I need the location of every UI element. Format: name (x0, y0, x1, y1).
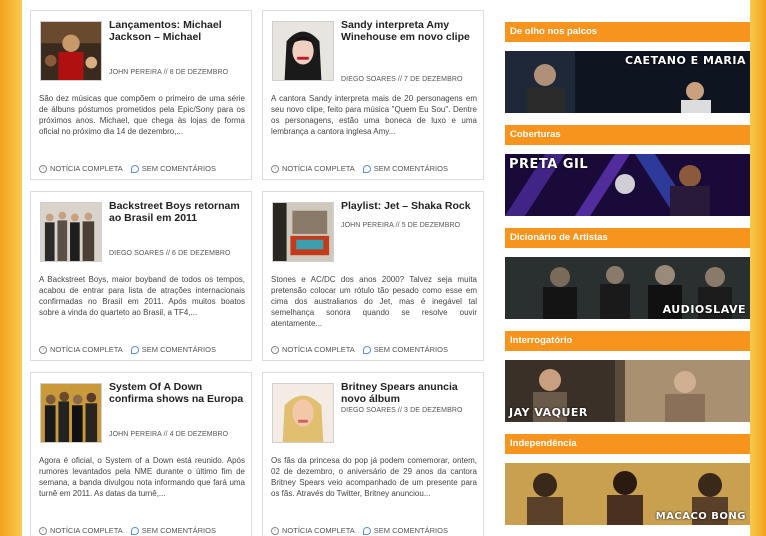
read-more-link[interactable]: › NOTÍCIA COMPLETA (271, 164, 355, 173)
posts-grid: Lançamentos: Michael Jackson – Michael J… (30, 10, 486, 536)
post-card-michael-jackson: Lançamentos: Michael Jackson – Michael J… (30, 10, 252, 180)
post-card-backstreet-boys: Backstreet Boys retornam ao Brasil em 20… (30, 191, 252, 361)
comments-link[interactable]: SEM COMENTÁRIOS (130, 164, 216, 173)
sidebar-heading-independencia[interactable]: Independência (505, 434, 750, 454)
comments-link[interactable]: SEM COMENTÁRIOS (362, 526, 448, 535)
circle-arrow-icon: › (39, 345, 47, 354)
band-photo-image (41, 203, 101, 261)
britney-photo-image (273, 384, 333, 442)
circle-arrow-icon: › (39, 164, 47, 173)
comments-label: SEM COMENTÁRIOS (141, 345, 216, 354)
post-links: › NOTÍCIA COMPLETA SEM COMENTÁRIOS (39, 345, 245, 354)
banner-label: PRETA GIL (509, 157, 589, 172)
sidebar: De olho nos palcos CAETANO E MARIA Cober… (505, 22, 750, 536)
circle-arrow-icon: › (271, 526, 279, 535)
band-photo-image (41, 384, 101, 442)
read-more-link[interactable]: › NOTÍCIA COMPLETA (39, 345, 123, 354)
post-excerpt: Os fãs da princesa do pop já podem comem… (271, 456, 477, 498)
banner-jay-vaquer[interactable]: JAY VAQUER (505, 360, 750, 422)
album-cover-image (41, 22, 101, 80)
post-excerpt: A cantora Sandy interpreta mais de 20 pe… (271, 94, 477, 136)
sidebar-heading-coberturas[interactable]: Coberturas (505, 125, 750, 145)
post-meta: DIEGO SOARES // 3 DE DEZEMBRO (341, 407, 463, 414)
post-links: › NOTÍCIA COMPLETA SEM COMENTÁRIOS (271, 164, 477, 173)
post-links: › NOTÍCIA COMPLETA SEM COMENTÁRIOS (39, 164, 245, 173)
post-excerpt: A Backstreet Boys, maior boyband de todo… (39, 275, 245, 317)
read-more-label: NOTÍCIA COMPLETA (50, 526, 123, 535)
read-more-link[interactable]: › NOTÍCIA COMPLETA (271, 526, 355, 535)
circle-arrow-icon: › (271, 164, 279, 173)
speech-bubble-icon (130, 345, 139, 354)
banner-caetano-e-maria[interactable]: CAETANO E MARIA (505, 51, 750, 113)
post-thumbnail[interactable] (40, 383, 102, 443)
post-meta: DIEGO SOARES // 7 DE DEZEMBRO (341, 76, 463, 83)
banner-label: JAY VAQUER (509, 406, 588, 419)
post-meta: JOHN PEREIRA // 5 DE DEZEMBRO (341, 222, 461, 229)
comments-link[interactable]: SEM COMENTÁRIOS (362, 345, 448, 354)
read-more-link[interactable]: › NOTÍCIA COMPLETA (271, 345, 355, 354)
comments-label: SEM COMENTÁRIOS (373, 526, 448, 535)
post-links: › NOTÍCIA COMPLETA SEM COMENTÁRIOS (271, 345, 477, 354)
post-title[interactable]: System Of A Down confirma shows na Europ… (109, 381, 245, 405)
comments-label: SEM COMENTÁRIOS (373, 164, 448, 173)
post-excerpt: Stones e AC/DC dos anos 2000? Talvez sej… (271, 275, 477, 328)
circle-arrow-icon: › (39, 526, 47, 535)
read-more-link[interactable]: › NOTÍCIA COMPLETA (39, 164, 123, 173)
sandy-photo-image (273, 22, 333, 80)
banner-label: MACACO BONG (655, 511, 746, 522)
post-title[interactable]: Britney Spears anuncia novo álbum (341, 381, 477, 405)
read-more-label: NOTÍCIA COMPLETA (282, 526, 355, 535)
read-more-link[interactable]: › NOTÍCIA COMPLETA (39, 526, 123, 535)
post-card-britney-spears: Britney Spears anuncia novo álbum DIEGO … (262, 372, 484, 536)
page-background-right (750, 0, 766, 536)
comments-label: SEM COMENTÁRIOS (141, 164, 216, 173)
post-excerpt: São dez músicas que compõem o primeiro d… (39, 94, 245, 136)
post-card-sandy: Sandy interpreta Amy Winehouse em novo c… (262, 10, 484, 180)
read-more-label: NOTÍCIA COMPLETA (282, 164, 355, 173)
comments-link[interactable]: SEM COMENTÁRIOS (362, 164, 448, 173)
post-meta: JOHN PEREIRA // 8 DE DEZEMBRO (109, 69, 229, 76)
read-more-label: NOTÍCIA COMPLETA (282, 345, 355, 354)
post-title[interactable]: Sandy interpreta Amy Winehouse em novo c… (341, 19, 477, 43)
post-title[interactable]: Playlist: Jet – Shaka Rock (341, 200, 477, 212)
banner-label: AUDIOSLAVE (662, 303, 746, 316)
comments-link[interactable]: SEM COMENTÁRIOS (130, 526, 216, 535)
post-title[interactable]: Backstreet Boys retornam ao Brasil em 20… (109, 200, 245, 224)
speech-bubble-icon (130, 164, 139, 173)
page-content: Lançamentos: Michael Jackson – Michael J… (22, 0, 750, 536)
banner-preta-gil[interactable]: PRETA GIL (505, 154, 750, 216)
sidebar-heading-dicionario-de-artistas[interactable]: Dicionário de Artistas (505, 228, 750, 248)
post-thumbnail[interactable] (272, 202, 334, 262)
post-card-jet: Playlist: Jet – Shaka Rock JOHN PEREIRA … (262, 191, 484, 361)
speech-bubble-icon (130, 526, 139, 535)
speech-bubble-icon (362, 526, 371, 535)
banner-audioslave[interactable]: AUDIOSLAVE (505, 257, 750, 319)
page-background-left (0, 0, 22, 536)
post-meta: JOHN PEREIRA // 4 DE DEZEMBRO (109, 431, 229, 438)
post-card-system-of-a-down: System Of A Down confirma shows na Europ… (30, 372, 252, 536)
banner-macaco-bong[interactable]: MACACO BONG (505, 463, 750, 525)
post-excerpt: Agora é oficial, o System of a Down está… (39, 456, 245, 498)
sidebar-heading-de-olho-nos-palcos[interactable]: De olho nos palcos (505, 22, 750, 42)
post-meta: DIEGO SOARES // 6 DE DEZEMBRO (109, 250, 231, 257)
post-links: › NOTÍCIA COMPLETA SEM COMENTÁRIOS (271, 526, 477, 535)
post-links: › NOTÍCIA COMPLETA SEM COMENTÁRIOS (39, 526, 245, 535)
circle-arrow-icon: › (271, 345, 279, 354)
comments-link[interactable]: SEM COMENTÁRIOS (130, 345, 216, 354)
post-thumbnail[interactable] (272, 383, 334, 443)
post-thumbnail[interactable] (40, 21, 102, 81)
read-more-label: NOTÍCIA COMPLETA (50, 164, 123, 173)
speech-bubble-icon (362, 345, 371, 354)
post-title[interactable]: Lançamentos: Michael Jackson – Michael (109, 19, 245, 43)
sidebar-heading-interrogatorio[interactable]: Interrogatório (505, 331, 750, 351)
comments-label: SEM COMENTÁRIOS (141, 526, 216, 535)
speech-bubble-icon (362, 164, 371, 173)
comments-label: SEM COMENTÁRIOS (373, 345, 448, 354)
post-thumbnail[interactable] (272, 21, 334, 81)
banner-label: CAETANO E MARIA (624, 54, 746, 67)
read-more-label: NOTÍCIA COMPLETA (50, 345, 123, 354)
album-cover-image (273, 203, 333, 261)
post-thumbnail[interactable] (40, 202, 102, 262)
